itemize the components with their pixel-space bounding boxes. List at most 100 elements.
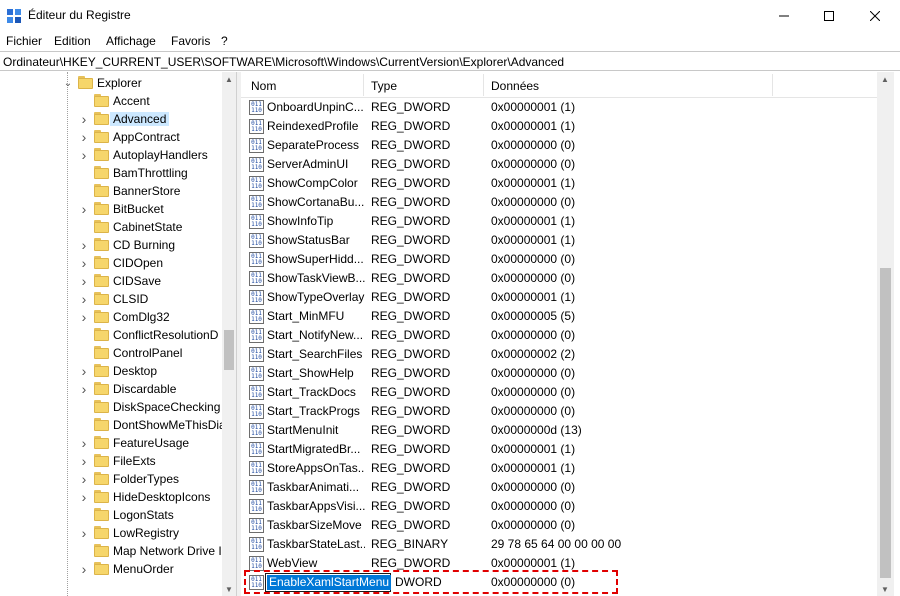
column-divider[interactable] [772,74,773,96]
chevron-right-icon[interactable]: › [79,255,89,271]
value-row[interactable]: 011 110 Start_ShowHelp REG_DWORD 0x00000000… [241,364,877,383]
tree-item[interactable]: › Advanced [0,110,222,128]
tree-item[interactable]: › Desktop [0,362,222,380]
column-header-name[interactable]: Nom [251,79,276,93]
value-row[interactable]: 011 110 Start_NotifyNew... REG_DWORD 0x0000… [241,326,877,345]
key-tree[interactable]: ⌄ Explorer Accent › Advanced › AppContract › Aut… [0,72,236,596]
chevron-right-icon[interactable]: › [79,363,89,379]
chevron-right-icon[interactable]: › [79,129,89,145]
value-row[interactable]: 011 110 ShowTaskViewB... REG_DWORD 0x000000… [241,269,877,288]
value-row[interactable]: 011 110 ShowStatusBar REG_DWORD 0x00000001 … [241,231,877,250]
address-path[interactable]: Ordinateur\HKEY_CURRENT_USER\SOFTWARE\Mi… [3,55,564,69]
tree-item[interactable]: ControlPanel [0,344,222,362]
chevron-right-icon[interactable]: › [79,201,89,217]
tree-scroll-thumb[interactable] [224,330,234,370]
folder-icon [94,292,109,305]
tree-item[interactable]: Accent [0,92,222,110]
tree-item-explorer[interactable]: ⌄ Explorer [0,74,222,92]
tree-item[interactable]: › FolderTypes [0,470,222,488]
chevron-right-icon[interactable]: › [79,291,89,307]
value-row[interactable]: 011 110 ShowTypeOverlay REG_DWORD 0x0000000… [241,288,877,307]
tree-item[interactable]: BannerStore [0,182,222,200]
value-row[interactable]: 011 110 SeparateProcess REG_DWORD 0x0000000… [241,136,877,155]
scroll-up-icon[interactable]: ▲ [878,72,892,86]
close-button[interactable] [852,0,898,31]
value-row[interactable]: 011 110 StartMenuInit REG_DWORD 0x0000000d … [241,421,877,440]
menu-edition[interactable]: Edition [54,34,91,48]
value-row[interactable]: 011 110 ShowSuperHidd... REG_DWORD 0x000000… [241,250,877,269]
menu-affichage[interactable]: Affichage [106,34,156,48]
chevron-right-icon[interactable]: › [79,525,89,541]
chevron-right-icon[interactable]: › [79,273,89,289]
tree-item[interactable]: › HideDesktopIcons [0,488,222,506]
maximize-button[interactable] [806,0,852,31]
tree-item[interactable]: BamThrottling [0,164,222,182]
tree-item[interactable]: LogonStats [0,506,222,524]
address-bar[interactable]: Ordinateur\HKEY_CURRENT_USER\SOFTWARE\Mi… [0,51,900,71]
chevron-right-icon[interactable]: › [79,561,89,577]
value-row[interactable]: 011 110 ShowCompColor REG_DWORD 0x00000001 … [241,174,877,193]
scroll-down-icon[interactable]: ▼ [878,582,892,596]
menu-fichier[interactable]: Fichier [6,34,42,48]
value-row[interactable]: 011 110 StartMigratedBr... REG_DWORD 0x0000… [241,440,877,459]
menu-favoris[interactable]: Favoris [171,34,210,48]
chevron-right-icon[interactable]: › [79,435,89,451]
list-scrollbar[interactable]: ▲ ▼ [877,72,894,596]
tree-scrollbar[interactable]: ▲ ▼ [222,72,236,596]
tree-item[interactable]: › MenuOrder [0,560,222,578]
column-header-type[interactable]: Type [371,79,397,93]
value-row[interactable]: 011 110 ServerAdminUI REG_DWORD 0x00000000 … [241,155,877,174]
tree-item-label: Map Network Drive I [113,544,222,558]
tree-item[interactable]: Map Network Drive I [0,542,222,560]
tree-item[interactable]: › AppContract [0,128,222,146]
tree-item[interactable]: › BitBucket [0,200,222,218]
column-divider[interactable] [363,74,364,96]
value-name: ReindexedProfile [267,119,359,133]
column-divider[interactable] [483,74,484,96]
chevron-right-icon[interactable]: › [79,453,89,469]
value-row[interactable]: 011 110 TaskbarSizeMove REG_DWORD 0x0000000… [241,516,877,535]
tree-item[interactable]: › CD Burning [0,236,222,254]
value-row[interactable]: 011 110 ShowInfoTip REG_DWORD 0x00000001 (1… [241,212,877,231]
tree-item[interactable]: › Discardable [0,380,222,398]
value-row[interactable]: 011 110 Start_TrackDocs REG_DWORD 0x0000000… [241,383,877,402]
tree-item[interactable]: › ComDlg32 [0,308,222,326]
tree-item[interactable]: › FeatureUsage [0,434,222,452]
value-name: StartMenuInit [267,423,339,437]
tree-item[interactable]: › CIDSave [0,272,222,290]
menu-help[interactable]: ? [221,34,228,48]
tree-item[interactable]: › LowRegistry [0,524,222,542]
chevron-right-icon[interactable]: › [79,381,89,397]
value-row[interactable]: 011 110 Start_SearchFiles REG_DWORD 0x00000… [241,345,877,364]
tree-item[interactable]: › CLSID [0,290,222,308]
value-row[interactable]: 011 110 ShowCortanaBu... REG_DWORD 0x000000… [241,193,877,212]
tree-item[interactable]: › AutoplayHandlers [0,146,222,164]
list-scroll-thumb[interactable] [880,268,891,578]
value-row[interactable]: 011 110 Start_TrackProgs REG_DWORD 0x000000… [241,402,877,421]
chevron-right-icon[interactable]: › [79,147,89,163]
chevron-down-icon[interactable]: ⌄ [63,77,73,89]
chevron-right-icon[interactable]: › [79,309,89,325]
tree-item[interactable]: › CIDOpen [0,254,222,272]
value-row[interactable]: 011 110 Start_MinMFU REG_DWORD 0x00000005 (… [241,307,877,326]
value-row[interactable]: 011 110 StoreAppsOnTas... REG_DWORD 0x00000… [241,459,877,478]
chevron-right-icon[interactable]: › [79,237,89,253]
values-list[interactable]: Nom Type Données 011 110 OnboardUnpinC...… [241,72,877,596]
chevron-right-icon[interactable]: › [79,111,89,127]
chevron-right-icon[interactable]: › [79,489,89,505]
chevron-right-icon[interactable]: › [79,471,89,487]
scroll-up-icon[interactable]: ▲ [222,72,236,86]
tree-item[interactable]: ConflictResolutionD [0,326,222,344]
column-header-data[interactable]: Données [491,79,539,93]
tree-item[interactable]: DontShowMeThisDia [0,416,226,434]
tree-item[interactable]: CabinetState [0,218,222,236]
tree-item[interactable]: › FileExts [0,452,222,470]
minimize-button[interactable] [761,0,807,31]
value-row[interactable]: 011 110 TaskbarAnimati... REG_DWORD 0x00000… [241,478,877,497]
scroll-down-icon[interactable]: ▼ [222,582,236,596]
value-row[interactable]: 011 110 TaskbarStateLast... REG_BINARY 29 7… [241,535,877,554]
value-row[interactable]: 011 110 ReindexedProfile REG_DWORD 0x000000… [241,117,877,136]
value-row[interactable]: 011 110 OnboardUnpinC... REG_DWORD 0x000000… [241,98,877,117]
tree-item[interactable]: DiskSpaceChecking [0,398,222,416]
value-row[interactable]: 011 110 TaskbarAppsVisi... REG_DWORD 0x0000… [241,497,877,516]
